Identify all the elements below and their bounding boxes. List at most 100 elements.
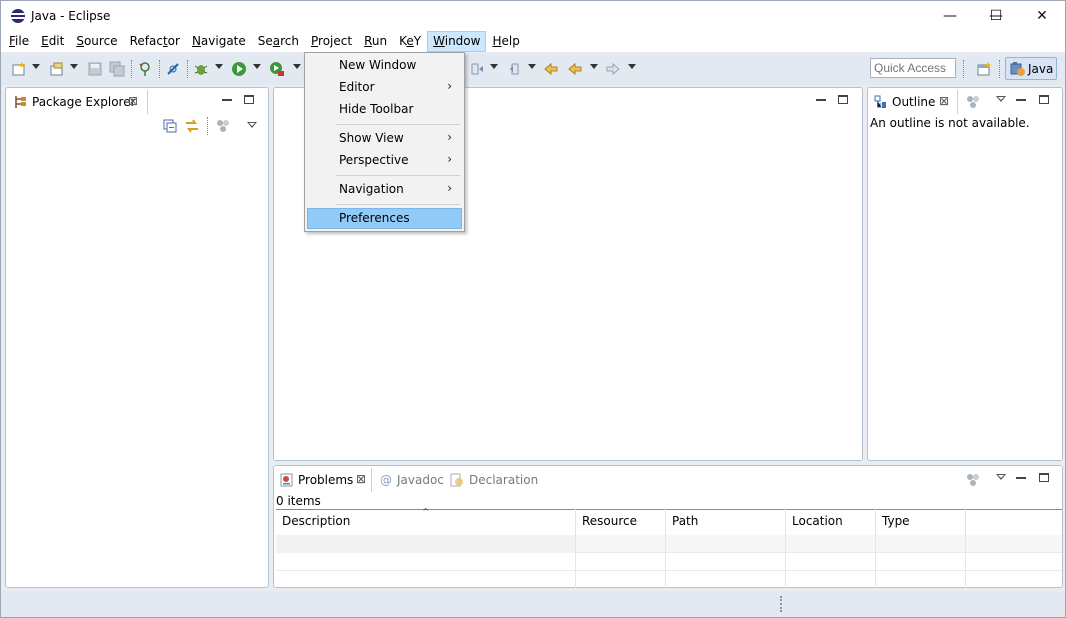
menu-item-navigation[interactable]: Navigation › (307, 179, 462, 200)
toggle-breakpoint-icon[interactable] (165, 61, 181, 77)
quick-access-input[interactable] (870, 58, 956, 78)
tab-declaration[interactable]: Declaration (448, 468, 538, 492)
tab-label: Javadoc (397, 473, 444, 487)
forward-dropdown-icon[interactable] (628, 64, 636, 69)
next-annotation-dropdown-icon[interactable] (490, 64, 498, 69)
table-row[interactable] (276, 571, 1062, 589)
menu-key[interactable]: KeY (393, 31, 427, 52)
menu-item-editor[interactable]: Editor › (307, 77, 462, 98)
save-all-icon[interactable] (109, 61, 125, 77)
menu-file[interactable]: File (3, 31, 35, 52)
last-edit-location-icon[interactable] (543, 61, 559, 77)
maximize-button[interactable]: ☐ (973, 1, 1019, 31)
maximize-view-icon[interactable] (244, 95, 254, 104)
filter-icon[interactable] (216, 119, 230, 133)
outline-message: An outline is not available. (870, 116, 1030, 130)
eclipse-app-icon (11, 9, 25, 23)
menu-window[interactable]: Window (427, 31, 487, 52)
maximize-view-icon[interactable] (1039, 473, 1049, 482)
status-bar (1, 591, 1065, 617)
menu-item-show-view[interactable]: Show View › (307, 128, 462, 149)
minimize-view-icon[interactable] (222, 99, 232, 101)
menu-run[interactable]: Run (358, 31, 393, 52)
close-icon[interactable]: ⊠ (356, 472, 366, 486)
table-row[interactable] (276, 535, 1062, 553)
table-row[interactable] (276, 553, 1062, 571)
column-header-path[interactable]: Path (666, 509, 786, 535)
menu-edit[interactable]: Edit (35, 31, 70, 52)
key-icon[interactable] (137, 61, 153, 77)
open-dropdown-icon[interactable] (70, 64, 78, 69)
minimize-view-icon[interactable] (1016, 99, 1026, 101)
package-explorer-tab-label: Package Explorer (32, 95, 136, 109)
menu-help[interactable]: Help (486, 31, 525, 52)
outline-tab-label: Outline (892, 95, 936, 109)
problems-icon (280, 473, 293, 487)
window-title: Java - Eclipse (31, 9, 111, 23)
debug-icon[interactable] (193, 61, 209, 77)
next-annotation-icon[interactable] (469, 61, 485, 77)
tab-label: Declaration (469, 473, 539, 487)
menu-item-hide-toolbar[interactable]: Hide Toolbar (307, 99, 462, 120)
tab-problems[interactable]: Problems ⊠ (276, 468, 372, 492)
new-icon[interactable] (11, 61, 27, 77)
menu-item-new-window[interactable]: New Window (307, 55, 462, 76)
external-tools-dropdown-icon[interactable] (293, 64, 301, 69)
menu-navigate[interactable]: Navigate (186, 31, 252, 52)
eclipse-window: Java - Eclipse — — ☐ ✕ File Edit Source Ref… (0, 0, 1066, 618)
external-tools-icon[interactable] (269, 61, 285, 77)
back-dropdown-icon[interactable] (590, 64, 598, 69)
menu-separator (336, 175, 460, 176)
column-header-location[interactable]: Location (786, 509, 876, 535)
java-perspective-button[interactable]: Java (1005, 57, 1057, 80)
debug-dropdown-icon[interactable] (215, 64, 223, 69)
menu-project[interactable]: Project (305, 31, 358, 52)
menu-item-preferences[interactable]: Preferences (307, 208, 462, 229)
run-dropdown-icon[interactable] (253, 64, 261, 69)
open-perspective-icon[interactable] (976, 61, 992, 77)
run-icon[interactable] (231, 61, 247, 77)
tab-package-explorer[interactable]: Package Explorer ⊠ (8, 90, 148, 114)
submenu-arrow-icon: › (447, 79, 452, 93)
toolbar-separator (207, 117, 208, 135)
toolbar-separator (131, 60, 132, 78)
previous-annotation-icon[interactable] (507, 61, 523, 77)
close-button[interactable]: ✕ (1019, 1, 1065, 31)
column-header-type[interactable]: Type (876, 509, 966, 535)
collapse-all-icon[interactable] (163, 119, 177, 133)
tab-label: Problems (298, 473, 354, 487)
filter-icon[interactable] (966, 473, 980, 487)
minimize-view-icon[interactable] (1016, 477, 1026, 479)
menu-refactor[interactable]: Refactor (124, 31, 186, 52)
filter-icon[interactable] (966, 95, 980, 109)
minimize-view-icon[interactable] (816, 99, 826, 101)
perspective-label: Java (1028, 62, 1054, 76)
link-with-editor-icon[interactable] (184, 118, 200, 134)
close-icon[interactable]: ⊠ (939, 94, 949, 108)
previous-annotation-dropdown-icon[interactable] (528, 64, 536, 69)
tab-outline[interactable]: Outline ⊠ (870, 90, 958, 114)
view-menu-icon[interactable] (996, 96, 1006, 102)
title-bar: Java - Eclipse — (1, 1, 1065, 31)
java-perspective-icon (1010, 62, 1025, 76)
javadoc-icon: @ (380, 473, 392, 487)
new-dropdown-icon[interactable] (32, 64, 40, 69)
menu-item-perspective[interactable]: Perspective › (307, 150, 462, 171)
close-icon[interactable]: ⊠ (128, 94, 138, 108)
tab-javadoc[interactable]: @ Javadoc (378, 468, 444, 492)
back-icon[interactable] (567, 61, 583, 77)
open-type-icon[interactable] (49, 61, 65, 77)
maximize-view-icon[interactable] (838, 95, 848, 104)
menu-source[interactable]: Source (70, 31, 123, 52)
save-icon[interactable] (87, 61, 103, 77)
maximize-view-icon[interactable] (1039, 95, 1049, 104)
forward-icon[interactable] (605, 61, 621, 77)
menu-search[interactable]: Search (252, 31, 305, 52)
toolbar-separator (963, 60, 964, 78)
view-menu-icon[interactable] (996, 474, 1006, 480)
column-header-resource[interactable]: Resource (576, 509, 666, 535)
view-menu-icon[interactable] (247, 122, 257, 128)
minimize-button[interactable]: — (927, 1, 973, 31)
status-bar-grip[interactable] (780, 596, 782, 612)
declaration-icon (450, 473, 463, 487)
